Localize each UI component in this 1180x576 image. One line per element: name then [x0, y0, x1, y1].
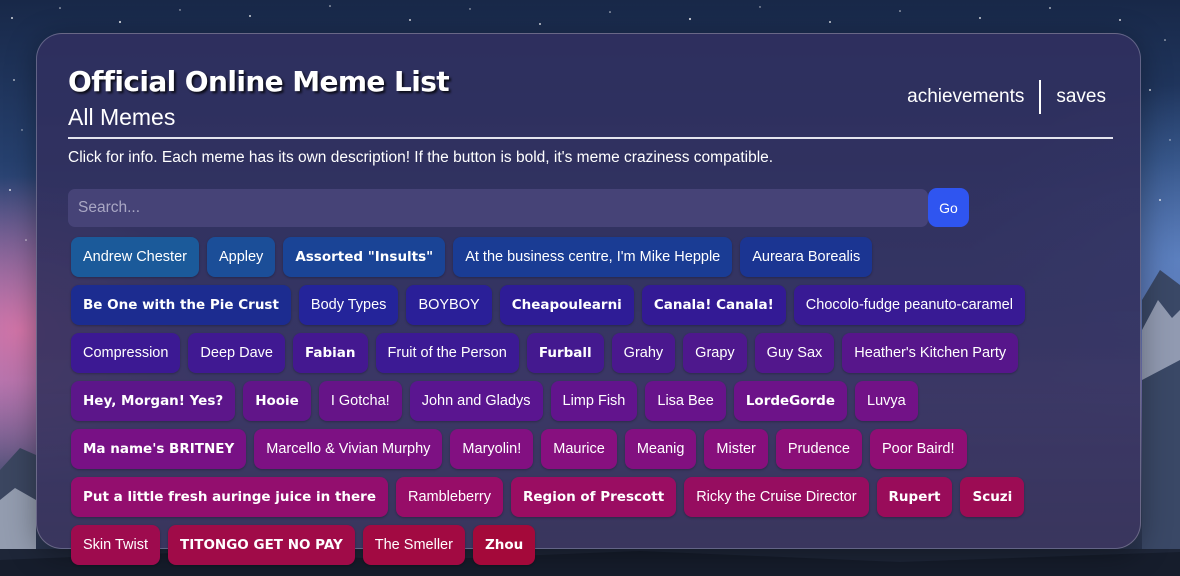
meme-button[interactable]: Lisa Bee: [645, 381, 726, 421]
meme-button[interactable]: Put a little fresh auringe juice in ther…: [71, 477, 388, 517]
meme-button[interactable]: Marcello & Vivian Murphy: [254, 429, 443, 469]
meme-button[interactable]: Prudence: [775, 429, 862, 469]
meme-button[interactable]: Guy Sax: [754, 333, 835, 373]
page-title: Official Online Meme List: [68, 65, 450, 98]
meme-button[interactable]: Deep Dave: [188, 333, 285, 373]
meme-button[interactable]: I Gotcha!: [318, 381, 402, 421]
meme-button[interactable]: Meanig: [624, 429, 697, 469]
meme-button-grid: Andrew Chester Appley Assorted "Insults" At…: [71, 237, 1081, 565]
meme-button[interactable]: Canala! Canala!: [641, 285, 786, 325]
nav-divider: [1039, 80, 1042, 114]
meme-button[interactable]: Chocolo-fudge peanuto-caramel: [793, 285, 1025, 325]
meme-button[interactable]: Maryolin!: [450, 429, 534, 469]
meme-button[interactable]: Furball: [526, 333, 604, 373]
meme-button[interactable]: Hey, Morgan! Yes?: [71, 381, 236, 421]
meme-button[interactable]: Grahy: [611, 333, 676, 373]
meme-button[interactable]: Rupert: [876, 477, 953, 517]
go-button[interactable]: Go: [928, 188, 969, 227]
top-nav: achievements saves: [907, 80, 1106, 114]
meme-button[interactable]: John and Gladys: [409, 381, 543, 421]
meme-button[interactable]: Rambleberry: [395, 477, 503, 517]
meme-button[interactable]: Assorted "Insults": [283, 237, 446, 277]
meme-button[interactable]: Aureara Borealis: [740, 237, 873, 277]
search-input[interactable]: [68, 188, 928, 227]
meme-button[interactable]: Limp Fish: [550, 381, 638, 421]
meme-button[interactable]: Ma name's BRITNEY: [71, 429, 247, 469]
meme-button[interactable]: TITONGO GET NO PAY: [168, 525, 355, 565]
meme-button[interactable]: Heather's Kitchen Party: [842, 333, 1019, 373]
meme-button[interactable]: Luvya: [855, 381, 918, 421]
achievements-link[interactable]: achievements: [907, 86, 1024, 108]
meme-button[interactable]: BOYBOY: [406, 285, 492, 325]
search-bar: Go: [68, 188, 969, 227]
meme-button[interactable]: Appley: [206, 237, 276, 277]
meme-button[interactable]: Fruit of the Person: [375, 333, 519, 373]
meme-button[interactable]: Andrew Chester: [71, 237, 199, 277]
meme-button[interactable]: Scuzi: [960, 477, 1025, 517]
meme-button[interactable]: Ricky the Cruise Director: [684, 477, 869, 517]
intro-text: Click for info. Each meme has its own de…: [68, 149, 774, 166]
meme-button[interactable]: Be One with the Pie Crust: [71, 285, 291, 325]
meme-button[interactable]: Maurice: [541, 429, 617, 469]
page-subtitle: All Memes: [68, 104, 176, 130]
meme-button[interactable]: Mister: [704, 429, 768, 469]
meme-button[interactable]: Fabian: [292, 333, 368, 373]
meme-button[interactable]: Grapy: [683, 333, 747, 373]
header-divider: [68, 137, 1113, 139]
meme-button[interactable]: Body Types: [298, 285, 399, 325]
meme-button[interactable]: Poor Baird!: [869, 429, 967, 469]
meme-button[interactable]: Compression: [71, 333, 181, 373]
meme-button[interactable]: Region of Prescott: [510, 477, 677, 517]
meme-list-panel: Official Online Meme List All Memes achi…: [36, 33, 1141, 565]
meme-button[interactable]: At the business centre, I'm Mike Hepple: [453, 237, 733, 277]
meme-button[interactable]: Hooie: [243, 381, 311, 421]
meme-button[interactable]: Skin Twist: [71, 525, 161, 565]
meme-button[interactable]: Zhou: [472, 525, 536, 565]
meme-button[interactable]: LordeGorde: [733, 381, 847, 421]
meme-button[interactable]: The Smeller: [362, 525, 465, 565]
saves-link[interactable]: saves: [1056, 86, 1106, 108]
meme-button[interactable]: Cheapoulearni: [499, 285, 634, 325]
